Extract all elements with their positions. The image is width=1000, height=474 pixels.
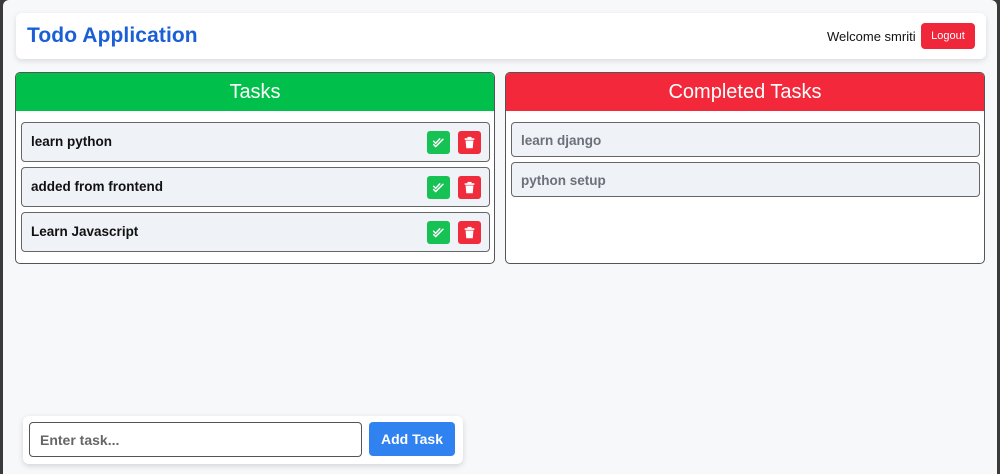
completed-task-item: python setup	[511, 162, 980, 197]
app-viewport: Todo Application Welcome smriti Logout T…	[3, 0, 997, 474]
complete-task-button[interactable]	[427, 131, 450, 154]
delete-task-button[interactable]	[458, 221, 481, 244]
app-title: Todo Application	[27, 24, 198, 47]
delete-task-button[interactable]	[458, 131, 481, 154]
task-label: Learn Javascript	[31, 224, 139, 239]
task-item: added from frontend	[21, 167, 490, 207]
double-check-icon	[432, 228, 444, 238]
task-item: learn python	[21, 122, 490, 162]
add-task-button[interactable]: Add Task	[369, 422, 455, 456]
tasks-panel: Tasks learn python added from frontend L…	[15, 72, 495, 264]
add-task-bar: Add Task	[23, 416, 463, 464]
completed-panel-heading: Completed Tasks	[506, 73, 984, 111]
task-label: learn python	[31, 134, 113, 149]
completed-task-item: learn django	[511, 122, 980, 157]
tasks-panel-heading: Tasks	[16, 73, 494, 111]
completed-task-label: learn django	[521, 133, 602, 148]
task-item: Learn Javascript	[21, 212, 490, 252]
complete-task-button[interactable]	[427, 221, 450, 244]
double-check-icon	[432, 183, 444, 193]
welcome-text: Welcome smriti	[827, 29, 916, 44]
completed-tasks-panel: Completed Tasks learn django python setu…	[505, 72, 985, 264]
navbar: Todo Application Welcome smriti Logout	[16, 13, 986, 59]
delete-task-button[interactable]	[458, 176, 481, 199]
double-check-icon	[432, 138, 444, 148]
task-input[interactable]	[29, 422, 362, 457]
task-label: added from frontend	[31, 179, 163, 194]
trash-icon	[464, 226, 475, 239]
trash-icon	[464, 181, 475, 194]
complete-task-button[interactable]	[427, 176, 450, 199]
trash-icon	[464, 136, 475, 149]
logout-button[interactable]: Logout	[921, 23, 975, 49]
completed-task-label: python setup	[521, 173, 606, 188]
